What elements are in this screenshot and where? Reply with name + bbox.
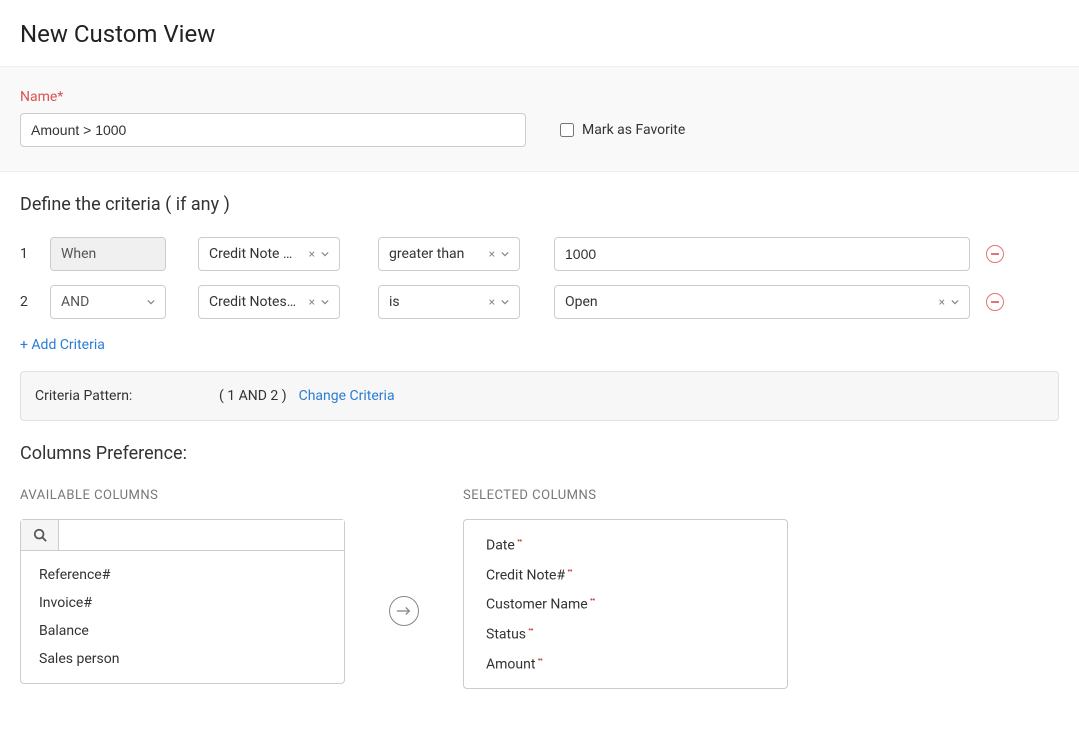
drag-handle-icon[interactable]: •• (517, 536, 522, 547)
criteria-pattern-box: Criteria Pattern: ( 1 AND 2 ) Change Cri… (20, 371, 1059, 421)
available-column-item[interactable]: Balance (21, 617, 344, 645)
chevron-down-icon (501, 300, 509, 305)
drag-handle-icon[interactable]: •• (590, 595, 595, 606)
criteria-heading: Define the criteria ( if any ) (20, 194, 1059, 215)
chevron-down-icon (321, 252, 329, 257)
criteria-row: 1 When Credit Note A... × greater than × (20, 237, 1059, 271)
criteria-value-text: Open (565, 294, 959, 310)
chevron-down-icon (147, 300, 155, 305)
favorite-checkbox-group[interactable]: Mark as Favorite (560, 122, 685, 138)
selected-column-item[interactable]: Customer Name•• (464, 589, 787, 619)
selected-column-item[interactable]: Amount•• (464, 649, 787, 679)
criteria-pattern-label: Criteria Pattern: (35, 388, 219, 404)
criteria-logic-label: AND (61, 294, 89, 310)
page-title: New Custom View (20, 20, 1059, 48)
criteria-operator-select[interactable]: is × (378, 285, 520, 319)
selected-column-label: Credit Note# (486, 567, 565, 583)
selected-column-label: Date (486, 538, 515, 554)
name-label: Name* (20, 89, 1059, 105)
available-columns-search[interactable] (59, 520, 344, 550)
available-columns-panel: AVAILABLE COLUMNS Reference# Invoice# Ba… (20, 488, 345, 684)
criteria-value-select[interactable]: Open × (554, 285, 970, 319)
criteria-index: 2 (20, 294, 50, 310)
transfer-right-button[interactable] (389, 596, 419, 626)
selected-columns-panel: SELECTED COLUMNS Date•• Credit Note#•• C… (463, 488, 788, 689)
criteria-index: 1 (20, 246, 50, 262)
chevron-down-icon (501, 252, 509, 257)
criteria-field-select[interactable]: Credit Note A... × (198, 237, 340, 271)
columns-heading: Columns Preference: (20, 443, 1059, 464)
favorite-checkbox[interactable] (560, 123, 574, 137)
clear-icon[interactable]: × (489, 295, 495, 309)
drag-handle-icon[interactable]: •• (528, 625, 533, 636)
selected-column-item[interactable]: Credit Note#•• (464, 560, 787, 590)
clear-icon[interactable]: × (309, 295, 315, 309)
chevron-down-icon (321, 300, 329, 305)
chevron-down-icon (951, 300, 959, 305)
name-input[interactable] (20, 113, 526, 147)
criteria-logic-when: When (50, 237, 166, 271)
selected-column-item[interactable]: Date•• (464, 530, 787, 560)
add-criteria-link[interactable]: + Add Criteria (20, 337, 105, 353)
criteria-logic-label: When (61, 246, 96, 262)
available-column-item[interactable]: Reference# (21, 561, 344, 589)
criteria-row: 2 AND Credit Notes ... × is × Open × (20, 285, 1059, 319)
selected-column-label: Amount (486, 656, 535, 672)
drag-handle-icon[interactable]: •• (537, 655, 542, 666)
selected-columns-title: SELECTED COLUMNS (463, 488, 788, 503)
clear-icon[interactable]: × (939, 295, 945, 309)
favorite-label: Mark as Favorite (582, 122, 685, 138)
criteria-operator-select[interactable]: greater than × (378, 237, 520, 271)
available-columns-title: AVAILABLE COLUMNS (20, 488, 345, 503)
criteria-logic-select[interactable]: AND (50, 285, 166, 319)
selected-column-item[interactable]: Status•• (464, 619, 787, 649)
criteria-pattern-value: ( 1 AND 2 ) (219, 388, 287, 404)
selected-columns-list: Date•• Credit Note#•• Customer Name•• St… (463, 519, 788, 689)
search-icon (21, 520, 59, 550)
selected-column-label: Customer Name (486, 597, 588, 613)
selected-column-label: Status (486, 627, 526, 643)
clear-icon[interactable]: × (489, 247, 495, 261)
clear-icon[interactable]: × (309, 247, 315, 261)
criteria-value-input[interactable] (554, 237, 970, 271)
available-column-item[interactable]: Invoice# (21, 589, 344, 617)
criteria-field-select[interactable]: Credit Notes ... × (198, 285, 340, 319)
drag-handle-icon[interactable]: •• (567, 566, 572, 577)
remove-criteria-button[interactable] (986, 245, 1004, 263)
available-columns-list: Reference# Invoice# Balance Sales person (20, 551, 345, 684)
available-column-item[interactable]: Sales person (21, 645, 344, 673)
remove-criteria-button[interactable] (986, 293, 1004, 311)
change-criteria-link[interactable]: Change Criteria (299, 388, 395, 404)
